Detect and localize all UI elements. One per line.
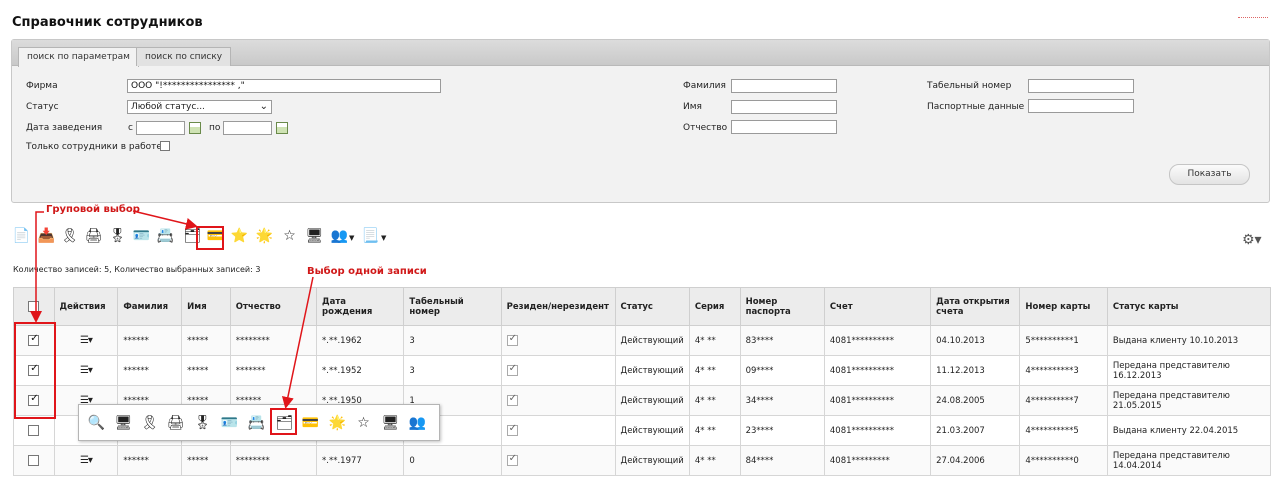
arrow-to-single-button (281, 276, 314, 409)
annotation-arrows (30, 210, 314, 409)
arrow-to-checkboxes (30, 211, 44, 323)
arrow-to-group-button (132, 210, 198, 230)
